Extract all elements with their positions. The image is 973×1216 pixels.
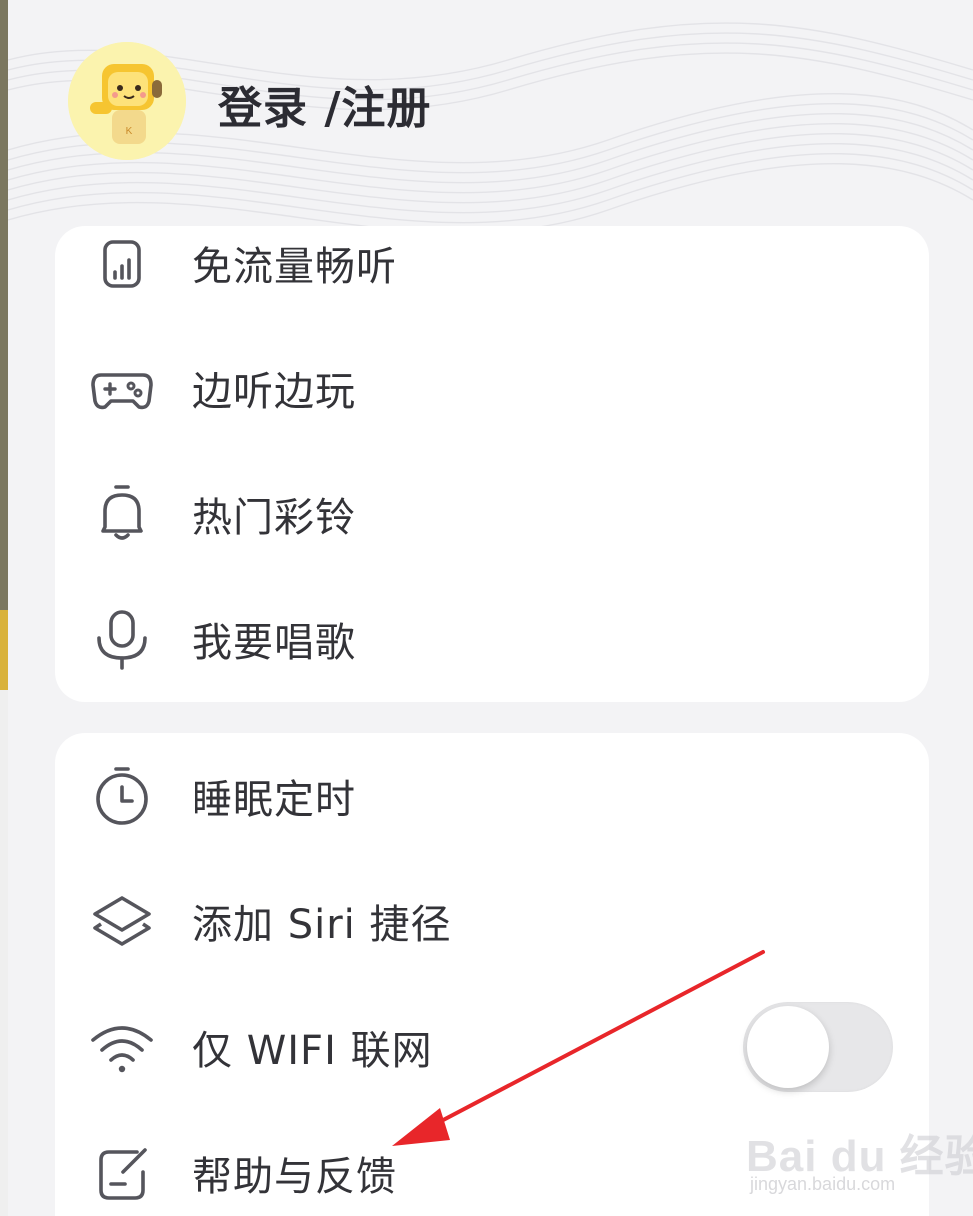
watermark-sub: jingyan.baidu.com	[750, 1174, 896, 1194]
toggle-knob	[747, 1006, 829, 1088]
background-app-edge-accent	[0, 610, 8, 690]
menu-item-label: 我要唱歌	[192, 620, 356, 666]
menu-card-features: 免流量畅听 边听边玩 热门彩铃 我要唱歌	[55, 226, 929, 702]
menu-item-label: 睡眠定时	[192, 777, 356, 823]
menu-item-hot-ringtones[interactable]: 热门彩铃	[55, 464, 929, 564]
avatar[interactable]: K	[68, 42, 186, 160]
menu-item-label: 热门彩铃	[192, 495, 356, 541]
timer-icon	[87, 761, 157, 831]
menu-item-free-data[interactable]: 免流量畅听	[55, 213, 929, 313]
feedback-icon	[87, 1138, 157, 1208]
microphone-icon	[87, 604, 157, 674]
menu-item-label: 边听边玩	[192, 369, 356, 415]
menu-item-siri-shortcut[interactable]: 添加 Siri 捷径	[55, 871, 929, 971]
layers-icon	[87, 886, 157, 956]
login-register-link[interactable]: 登录 /注册	[218, 72, 431, 136]
background-app-edge-light	[0, 690, 8, 1216]
bell-icon	[87, 479, 157, 549]
wifi-only-toggle[interactable]	[743, 1002, 893, 1092]
wifi-icon	[87, 1012, 157, 1082]
svg-text:K: K	[126, 126, 133, 137]
menu-item-play-while-listening[interactable]: 边听边玩	[55, 338, 929, 438]
menu-item-label: 仅 WIFI 联网	[192, 1028, 433, 1074]
menu-item-wifi-only[interactable]: 仅 WIFI 联网	[55, 997, 929, 1097]
menu-item-sleep-timer[interactable]: 睡眠定时	[55, 746, 929, 846]
menu-item-label: 帮助与反馈	[192, 1154, 397, 1200]
mascot-avatar-icon: K	[68, 42, 186, 160]
baidu-watermark: Bai du 经验 jingyan.baidu.com	[746, 1112, 973, 1202]
data-bars-icon	[87, 228, 157, 298]
gamepad-icon	[87, 353, 157, 423]
menu-item-label: 添加 Siri 捷径	[192, 902, 452, 948]
side-drawer: K 登录 /注册 免流量畅听 边听边玩 热门彩铃 我要唱歌 睡眠定时 添加 Si…	[8, 0, 973, 1216]
menu-item-sing[interactable]: 我要唱歌	[55, 589, 929, 689]
menu-item-label: 免流量畅听	[192, 244, 397, 290]
